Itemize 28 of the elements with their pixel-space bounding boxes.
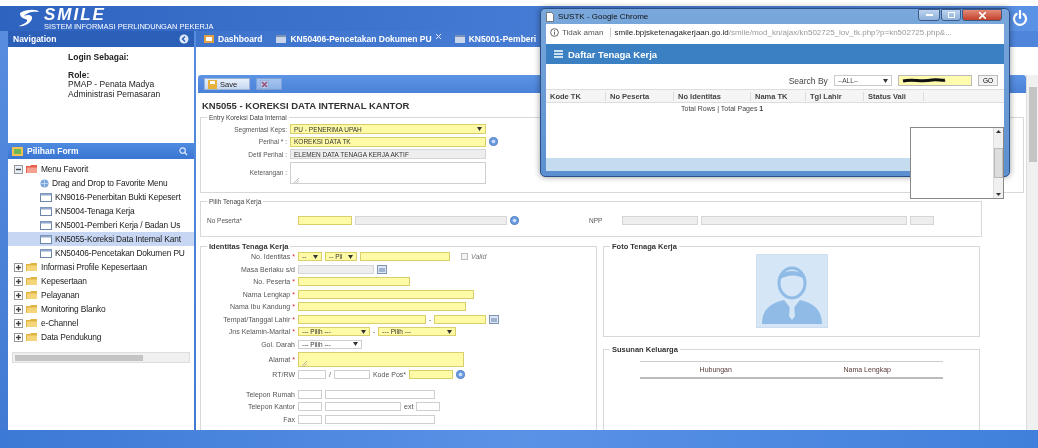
tree-item[interactable]: Data Pendukung [14, 330, 194, 344]
search-label: Search By [788, 75, 828, 86]
tree-item[interactable]: Pelayanan [14, 288, 194, 302]
url-text[interactable]: smile.bpjsketenagakerjaan.go.id/smile/mod_kn/ajax/kn502725_lov_tk.php?p=kn502725.php&... [614, 28, 952, 37]
form-panel-title: Pilihan Form [27, 146, 79, 156]
tree-item[interactable]: KN5055-Koreksi Data Internal Kant [8, 232, 194, 246]
window-title: SUSTK - Google Chrome [558, 12, 649, 21]
role-label: Role: [68, 70, 91, 80]
security-label: Tidak aman [562, 28, 604, 37]
tree-item[interactable]: e-Channel [14, 316, 194, 330]
tree-item[interactable]: KN5001-Pemberi Kerja / Badan Us [14, 218, 194, 232]
tree-item[interactable]: Drag and Drop to Favorite Menu [14, 176, 194, 190]
role-value: PMAP - Penata Madya Administrasi Pemasaran [68, 80, 162, 99]
tree-item[interactable]: KN5004-Tenaga Kerja [14, 204, 194, 218]
login-label: Login Sebagai: [68, 53, 130, 63]
logo-text: SMILE [44, 6, 106, 23]
tree-item[interactable]: Menu Favorit [14, 162, 194, 176]
panel-title: Daftar Tenaga Kerja [568, 48, 658, 60]
tree-item[interactable]: Kepesertaan [14, 274, 194, 288]
tab[interactable]: Dashboard [204, 34, 263, 44]
tab[interactable]: KN5001-Pemberi [454, 34, 537, 44]
tree-item[interactable]: Informasi Profile Kepesertaan [14, 260, 194, 274]
page-title: KN5055 - KOREKSI DATA INTERNAL KANTOR [202, 100, 410, 111]
tree-item[interactable]: KN50406-Pencetakan Dokumen PU [14, 246, 194, 260]
navigation-title: Navigation [13, 34, 57, 44]
tree-item[interactable]: Monitoring Blanko [14, 302, 194, 316]
tab[interactable]: KN50406-Pencetakan Dokumen PU [276, 34, 441, 44]
tree-item[interactable]: KN9016-Penerbitan Bukti Kepesert [14, 190, 194, 204]
